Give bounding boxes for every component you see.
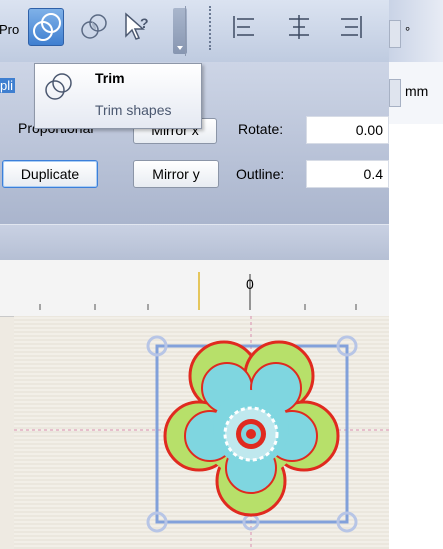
- outline-input[interactable]: 0.4: [306, 160, 389, 188]
- external-panel-strip: mm: [389, 62, 443, 124]
- align-right-button[interactable]: [333, 10, 367, 44]
- size-spinner[interactable]: [389, 79, 401, 107]
- rotate-label: Rotate:: [238, 121, 284, 137]
- align-center-icon: [289, 15, 309, 39]
- pro-label-clipped: Pro: [0, 22, 20, 37]
- toolbar: Pro ?: [0, 0, 389, 63]
- mm-unit-label: mm: [405, 83, 429, 99]
- tooltip-title: Trim: [95, 70, 125, 86]
- svg-text:?: ?: [140, 15, 149, 31]
- align-left-button[interactable]: [228, 10, 262, 44]
- toolbar-grip: [209, 6, 215, 50]
- ruler-ticks: [39, 272, 357, 310]
- clipped-tab-label: pli: [0, 78, 16, 93]
- intersect-tool-button[interactable]: [76, 8, 112, 46]
- ruler-zero-label: 0: [246, 276, 254, 292]
- rotate-spinner[interactable]: [389, 20, 401, 48]
- align-right-icon: [341, 16, 362, 38]
- help-tool-button[interactable]: ?: [120, 8, 156, 46]
- trim-tooltip: Trim Trim shapes: [34, 63, 202, 129]
- tooltip-description: Trim shapes: [95, 102, 172, 118]
- trim-icon: [33, 13, 61, 41]
- rotate-input[interactable]: 0.00: [306, 116, 389, 144]
- outline-label: Outline:: [236, 166, 285, 182]
- duplicate-button[interactable]: Duplicate: [2, 160, 98, 188]
- align-center-button[interactable]: [282, 10, 316, 44]
- help-cursor-icon: ?: [125, 12, 149, 40]
- trim-tool-button[interactable]: [28, 8, 64, 46]
- horizontal-ruler[interactable]: 0: [0, 260, 389, 317]
- embroidery-design[interactable]: [14, 316, 389, 549]
- trim-icon: [45, 73, 72, 100]
- mirror-y-button[interactable]: Mirror y: [133, 160, 219, 188]
- intersect-icon: [81, 14, 107, 39]
- panel-footer: [0, 224, 389, 261]
- degree-unit-label: °: [405, 24, 411, 39]
- align-left-icon: [233, 16, 254, 38]
- flower-motif: [163, 340, 340, 517]
- toolbar-separator: [185, 6, 186, 56]
